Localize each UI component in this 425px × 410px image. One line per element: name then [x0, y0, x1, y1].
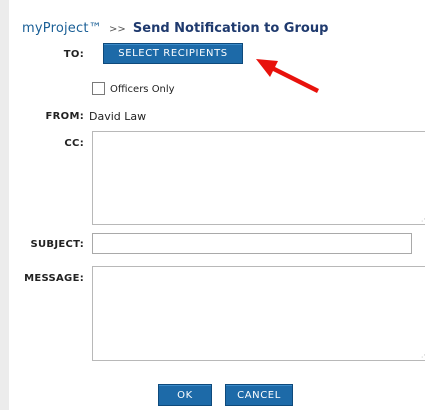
brand-name: myProject™ — [22, 21, 102, 36]
page-title: Send Notification to Group — [132, 21, 329, 36]
from-value: David Law — [89, 110, 147, 123]
to-label: TO: — [63, 49, 84, 60]
message-label: MESSAGE: — [24, 273, 84, 284]
select-recipients-button[interactable]: SELECT RECIPIENTS — [103, 43, 243, 64]
cc-label: CC: — [64, 138, 84, 149]
officers-only-label: Officers Only — [110, 84, 175, 95]
red-arrow-icon — [256, 59, 319, 93]
breadcrumb-separator: >> — [108, 24, 126, 35]
ok-button[interactable]: OK — [158, 384, 212, 406]
message-field[interactable]: ⋰ — [92, 266, 425, 361]
officers-only-checkbox[interactable] — [92, 82, 105, 95]
page-header: myProject™ >> Send Notification to Group — [22, 21, 328, 36]
from-label: FROM: — [45, 111, 84, 122]
resize-grip-icon[interactable]: ⋰ — [421, 216, 425, 223]
subject-label: SUBJECT: — [30, 239, 84, 250]
left-sidebar-bar — [0, 0, 9, 410]
cancel-button[interactable]: CANCEL — [225, 384, 293, 406]
subject-input[interactable] — [92, 233, 412, 254]
cc-field[interactable]: ⋰ — [92, 131, 425, 225]
resize-grip-icon[interactable]: ⋰ — [421, 352, 425, 359]
